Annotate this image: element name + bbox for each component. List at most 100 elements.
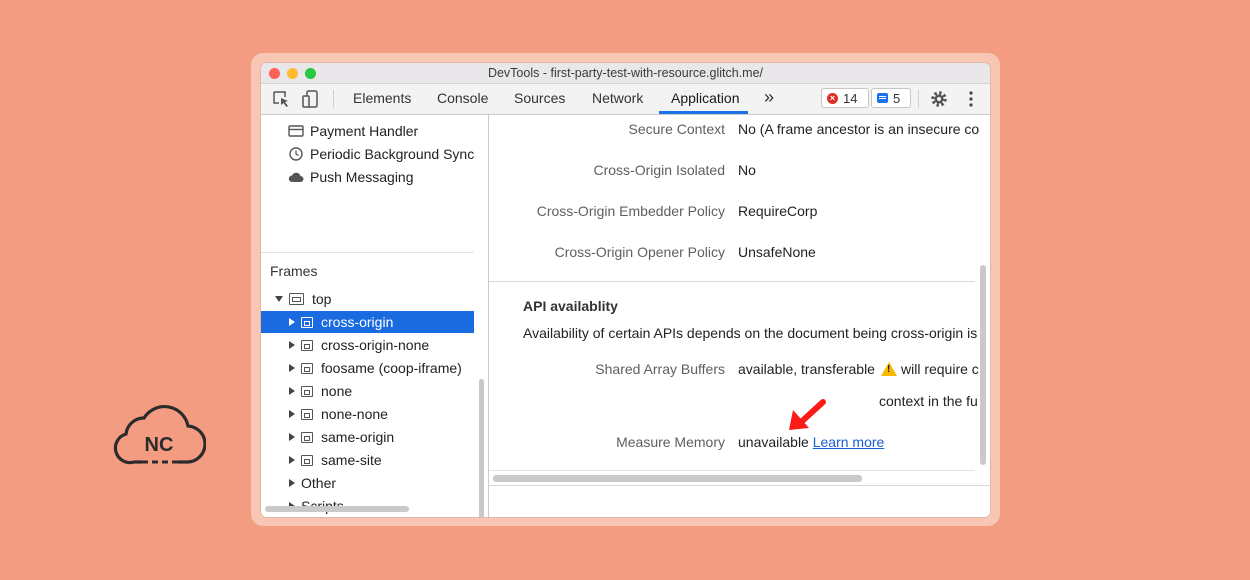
secure-context-value: No (A frame ancestor is an insecure co xyxy=(738,121,980,137)
expand-arrow-icon[interactable] xyxy=(289,410,295,418)
frame-icon xyxy=(301,385,313,397)
sidebar-item-label: cross-origin-none xyxy=(321,337,430,353)
sidebar-item-foosame[interactable]: foosame (coop-iframe) xyxy=(261,357,488,379)
message-icon xyxy=(877,93,888,103)
measure-memory-status: unavailable xyxy=(738,434,809,450)
api-availability-title: API availablity xyxy=(523,298,618,314)
sidebar-item-top-frame[interactable]: top xyxy=(261,288,488,310)
sidebar-item-periodic-sync[interactable]: Periodic Background Sync xyxy=(261,143,488,165)
coep-label: Cross-Origin Embedder Policy xyxy=(536,203,725,219)
drawer-area xyxy=(489,485,990,517)
sidebar-item-none[interactable]: none xyxy=(261,380,488,402)
red-annotation-arrow-icon xyxy=(789,399,826,430)
frame-icon xyxy=(301,454,313,466)
sidebar-item-push-messaging[interactable]: Push Messaging xyxy=(261,166,488,188)
sidebar-item-label: foosame (coop-iframe) xyxy=(321,360,462,376)
gear-icon[interactable] xyxy=(929,89,949,109)
cloud-icon xyxy=(288,172,304,182)
nc-cloud-logo: NC xyxy=(113,405,206,465)
expand-arrow-icon[interactable] xyxy=(289,433,295,441)
devtools-window: DevTools - first-party-test-with-resourc… xyxy=(261,63,990,517)
shared-array-buffers-warning-continued: context in the fu xyxy=(879,393,978,409)
error-icon: × xyxy=(827,92,838,104)
coop-value: UnsafeNone xyxy=(738,244,816,260)
sidebar-item-label: cross-origin xyxy=(321,314,394,330)
main-horizontal-scrollbar[interactable] xyxy=(493,475,862,482)
more-tabs-button[interactable]: » xyxy=(764,87,774,108)
tab-console[interactable]: Console xyxy=(437,90,488,106)
shared-array-buffers-label: Shared Array Buffers xyxy=(595,361,725,377)
inspect-icon[interactable] xyxy=(271,89,291,109)
secure-context-label: Secure Context xyxy=(628,121,726,137)
frame-icon xyxy=(301,408,313,420)
cross-origin-isolated-label: Cross-Origin Isolated xyxy=(593,162,726,178)
sidebar-item-label: same-site xyxy=(321,452,382,468)
logo-text: NC xyxy=(145,434,174,456)
sidebar-item-label: Periodic Background Sync xyxy=(310,146,475,162)
frame-details-panel: Secure Context No (A frame ancestor is a… xyxy=(489,115,990,517)
sidebar-item-label: Other xyxy=(301,475,337,491)
sidebar-item-label: none-none xyxy=(321,406,388,422)
expand-arrow-icon[interactable] xyxy=(289,456,295,464)
tab-sources[interactable]: Sources xyxy=(514,90,565,106)
sidebar-item-label: none xyxy=(321,383,353,399)
kebab-menu-icon[interactable] xyxy=(961,89,981,109)
panel-bottom-border xyxy=(489,470,975,471)
tab-application[interactable]: Application xyxy=(671,90,740,106)
shared-array-buffers-warning: will require c xyxy=(900,361,979,377)
title-bar: DevTools - first-party-test-with-resourc… xyxy=(261,63,990,84)
errors-badge[interactable]: × 14 xyxy=(821,88,869,108)
main-vertical-scrollbar[interactable] xyxy=(980,265,986,465)
section-divider xyxy=(489,281,975,282)
measure-memory-label: Measure Memory xyxy=(616,434,725,450)
coop-label: Cross-Origin Opener Policy xyxy=(554,244,725,260)
sidebar-item-label: top xyxy=(312,291,332,307)
sidebar-item-cross-origin[interactable]: cross-origin xyxy=(261,311,474,333)
frame-icon xyxy=(301,431,313,443)
devtools-toolbar: Elements Console Sources Network Applica… xyxy=(261,84,990,115)
frame-icon xyxy=(301,362,313,374)
device-icon[interactable] xyxy=(301,89,321,109)
sidebar-horizontal-scrollbar[interactable] xyxy=(265,506,409,512)
tab-elements[interactable]: Elements xyxy=(353,90,411,106)
sidebar-item-label: Push Messaging xyxy=(310,169,414,185)
expand-arrow-icon[interactable] xyxy=(289,387,295,395)
tab-network[interactable]: Network xyxy=(592,90,643,106)
api-availability-description: Availability of certain APIs depends on … xyxy=(523,325,978,341)
shared-array-buffers-status: available, transferable xyxy=(738,361,875,377)
frame-icon xyxy=(301,339,313,351)
frames-section-header: Frames xyxy=(270,263,318,279)
sidebar-vertical-scrollbar[interactable] xyxy=(479,379,484,517)
frame-icon xyxy=(301,316,313,328)
toolbar-separator xyxy=(333,90,334,108)
expand-arrow-icon[interactable] xyxy=(289,318,295,326)
sidebar-item-label: same-origin xyxy=(321,429,395,445)
expand-arrow-icon[interactable] xyxy=(275,296,283,302)
coep-value: RequireCorp xyxy=(738,203,818,219)
messages-count: 5 xyxy=(893,90,901,106)
shared-array-buffers-value: available, transferable will require c xyxy=(738,361,979,377)
sidebar-item-payment-handler[interactable]: Payment Handler xyxy=(261,120,488,142)
credit-card-icon xyxy=(288,125,304,137)
cross-origin-isolated-value: No xyxy=(738,162,756,178)
warning-icon xyxy=(880,362,897,376)
sidebar-item-none-none[interactable]: none-none xyxy=(261,403,488,425)
sidebar-item-same-origin[interactable]: same-origin xyxy=(261,426,488,448)
sidebar-item-other[interactable]: Other xyxy=(261,472,488,494)
application-sidebar: Payment Handler Periodic Background Sync… xyxy=(261,115,489,517)
active-tab-indicator xyxy=(659,111,748,114)
sidebar-divider xyxy=(261,252,474,253)
expand-arrow-icon[interactable] xyxy=(289,341,295,349)
messages-badge[interactable]: 5 xyxy=(871,88,911,108)
learn-more-link[interactable]: Learn more xyxy=(813,434,885,450)
expand-arrow-icon[interactable] xyxy=(289,479,295,487)
toolbar-separator xyxy=(918,90,919,108)
window-title: DevTools - first-party-test-with-resourc… xyxy=(487,66,764,80)
sidebar-item-same-site[interactable]: same-site xyxy=(261,449,488,471)
measure-memory-value: unavailable Learn more xyxy=(738,434,884,450)
sidebar-item-cross-origin-none[interactable]: cross-origin-none xyxy=(261,334,488,356)
frame-icon xyxy=(289,293,304,305)
expand-arrow-icon[interactable] xyxy=(289,364,295,372)
clock-icon xyxy=(289,147,303,161)
sidebar-item-label: Payment Handler xyxy=(310,123,419,139)
